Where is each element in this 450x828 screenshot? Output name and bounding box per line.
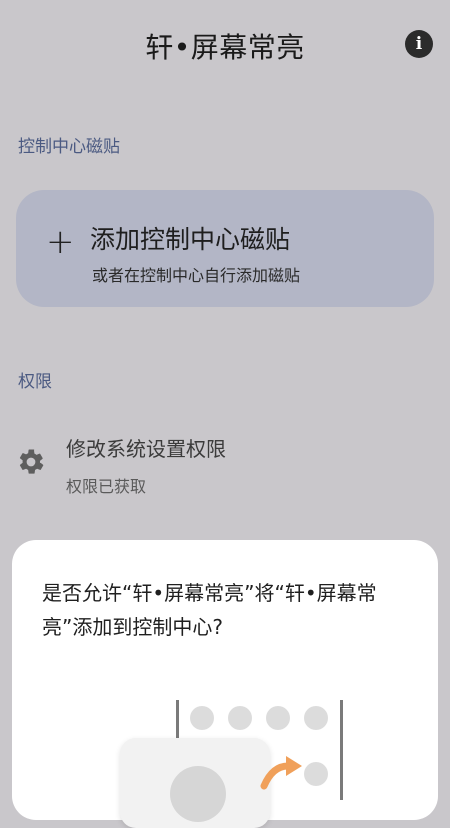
info-icon[interactable]: i — [405, 30, 433, 58]
section-title-permissions: 权限 — [18, 372, 52, 392]
illustration-dot — [304, 706, 328, 730]
add-control-center-tile-card[interactable]: + 添加控制中心磁贴 或者在控制中心自行添加磁贴 — [16, 190, 434, 307]
add-tile-dialog: 是否允许“轩•屏幕常亮”将“轩•屏幕常亮”添加到控制中心? — [12, 540, 438, 828]
permission-row[interactable]: 修改系统设置权限 权限已获取 — [0, 425, 450, 505]
permission-title: 修改系统设置权限 — [66, 437, 226, 461]
app-title: 轩•屏幕常亮 — [145, 31, 305, 64]
tile-card-title: 添加控制中心磁贴 — [90, 225, 291, 254]
illustration-tile-circle — [170, 766, 226, 822]
illustration-dot — [228, 706, 252, 730]
section-title-tiles: 控制中心磁贴 — [18, 137, 120, 157]
illustration-dot — [266, 706, 290, 730]
app-header: 轩•屏幕常亮 i — [0, 0, 450, 90]
gear-icon — [19, 449, 44, 474]
plus-icon: + — [46, 222, 75, 262]
illustration-dot — [190, 706, 214, 730]
illustration-divider-right — [340, 700, 343, 800]
dialog-illustration — [72, 690, 392, 828]
dialog-message: 是否允许“轩•屏幕常亮”将“轩•屏幕常亮”添加到控制中心? — [42, 581, 377, 639]
arrow-icon — [260, 756, 302, 790]
illustration-dot — [304, 762, 328, 786]
permission-status: 权限已获取 — [66, 477, 147, 496]
illustration-tile-card — [120, 738, 270, 828]
tile-card-subtitle: 或者在控制中心自行添加磁贴 — [92, 266, 301, 285]
